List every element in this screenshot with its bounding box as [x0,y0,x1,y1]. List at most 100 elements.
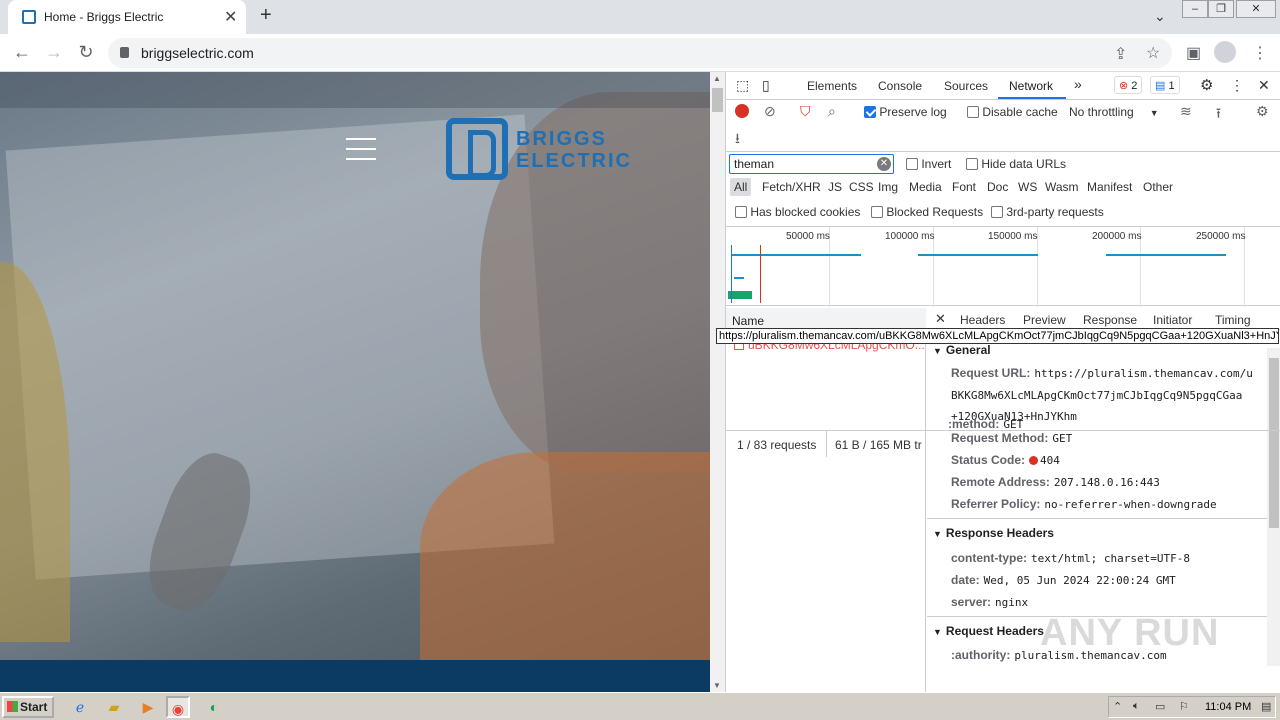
preserve-log-checkbox[interactable] [864,106,876,118]
filter-funnel-icon[interactable]: ⛉ [800,103,811,120]
error-badge[interactable]: ⊗ 2 [1114,76,1143,94]
tray-expand-icon[interactable]: ⌃ [1113,700,1122,713]
record-icon[interactable] [735,104,749,118]
details-scrollbar[interactable] [1267,348,1280,666]
disable-cache-checkbox[interactable] [967,106,979,118]
tab-sources[interactable]: Sources [944,79,988,93]
filter-input[interactable] [734,157,874,171]
type-filter-wasm[interactable]: Wasm [1045,180,1079,194]
third-party-checkbox[interactable] [991,206,1003,218]
settings-gear-icon[interactable]: ⚙ [1200,76,1213,94]
scrollbar-thumb[interactable] [712,88,723,112]
restore-button[interactable]: ❐ [1208,0,1234,18]
type-filter-manifest[interactable]: Manifest [1087,180,1132,194]
tab-elements[interactable]: Elements [807,79,857,93]
network-overview[interactable]: 50000 ms 100000 ms 150000 ms 200000 ms 2… [726,226,1280,307]
address-bar[interactable]: briggselectric.com ⇪ ☆ [108,38,1172,68]
devtools-menu-icon[interactable]: ⋮ [1230,77,1244,94]
invert-toggle[interactable]: Invert [906,157,951,171]
side-panel-icon[interactable]: ▣ [1186,43,1201,63]
type-filter-other[interactable]: Other [1143,180,1173,194]
minimize-button[interactable]: ‒ [1182,0,1208,18]
hide-data-urls-toggle[interactable]: Hide data URLs [966,157,1066,171]
throttling-select[interactable]: No throttling ▼ [1069,105,1159,119]
type-filter-fetch[interactable]: Fetch/XHR [762,180,821,194]
type-filter-font[interactable]: Font [952,180,976,194]
folder-icon[interactable]: ▰ [102,696,126,718]
type-filter-doc[interactable]: Doc [987,180,1008,194]
type-filter-all[interactable]: All [730,178,752,196]
type-filter-js[interactable]: JS [828,180,842,194]
scroll-down-icon[interactable]: ▼ [713,681,721,690]
reload-icon[interactable]: ↻ [74,42,98,63]
security-tray-icon[interactable]: ⚐ [1179,700,1189,713]
scroll-up-icon[interactable]: ▲ [713,74,721,83]
page-scrollbar[interactable]: ▲ ▼ [710,72,725,692]
third-party-toggle[interactable]: 3rd-party requests [991,205,1104,219]
type-filter-img[interactable]: Img [878,180,898,194]
tab-initiator[interactable]: Initiator [1153,313,1192,327]
blocked-requests-toggle[interactable]: Blocked Requests [871,205,983,219]
close-window-button[interactable]: ✕ [1236,0,1276,18]
disable-cache-toggle[interactable]: Disable cache [967,105,1058,119]
type-filter-media[interactable]: Media [909,180,942,194]
media-player-icon[interactable]: ▶ [136,696,160,718]
start-button[interactable]: Start [2,696,54,718]
edge-icon[interactable]: ◐ [202,696,226,718]
taskbar-clock[interactable]: 11:04 PM [1205,701,1251,713]
hide-data-urls-checkbox[interactable] [966,158,978,170]
tab-timing[interactable]: Timing [1215,313,1251,327]
blocked-cookies-toggle[interactable]: Has blocked cookies [735,205,860,219]
briggs-electric-logo[interactable]: BRIGGS ELECTRIC [446,118,666,184]
name-column-header[interactable]: Name [732,314,764,328]
request-headers-section-header[interactable]: ▼ Request Headers [933,624,1044,638]
tab-headers[interactable]: Headers [960,313,1005,327]
device-toggle-icon[interactable]: ▯ [762,77,770,94]
browser-tab[interactable]: Home - Briggs Electric ✕ [8,0,246,34]
type-filter-ws[interactable]: WS [1018,180,1037,194]
preserve-log-toggle[interactable]: Preserve log [864,105,947,119]
back-arrow-icon[interactable]: ← [10,42,34,63]
close-details-icon[interactable]: ✕ [935,311,946,327]
clear-filter-icon[interactable]: ✕ [877,157,891,171]
invert-checkbox[interactable] [906,158,918,170]
tab-response[interactable]: Response [1083,313,1137,327]
method-header-row: :method: GET [948,417,1023,431]
show-desktop-icon[interactable]: ▤ [1261,700,1271,713]
more-tabs-icon[interactable]: » [1074,76,1082,92]
server-label: server: [951,595,992,609]
clear-icon[interactable]: ⊘ [764,103,776,120]
bookmark-star-icon[interactable]: ☆ [1146,43,1160,63]
profile-avatar[interactable] [1214,41,1236,63]
share-icon[interactable]: ⇪ [1114,44,1127,64]
response-headers-section-header[interactable]: ▼ Response Headers [933,526,1054,540]
new-tab-button[interactable]: + [260,4,272,27]
network-tray-icon[interactable]: ▭ [1155,700,1165,713]
tab-close-icon[interactable]: ✕ [224,7,237,27]
tab-console[interactable]: Console [878,79,922,93]
close-devtools-icon[interactable]: ✕ [1258,77,1270,94]
filter-input-wrapper[interactable]: ✕ [729,154,894,174]
inspect-element-icon[interactable]: ⬚ [736,77,749,94]
tab-search-chevron-icon[interactable]: ⌄ [1154,8,1166,25]
tab-preview[interactable]: Preview [1023,313,1066,327]
blocked-cookies-checkbox[interactable] [735,206,747,218]
tab-network[interactable]: Network [1009,79,1053,93]
url-text[interactable]: briggselectric.com [141,45,254,61]
import-har-icon[interactable]: ⭱ [1216,103,1221,127]
chrome-icon[interactable]: ◉ [166,696,190,718]
ie-icon[interactable]: ℯ [68,696,92,718]
search-icon[interactable]: ⌕ [828,103,836,120]
lock-icon[interactable] [120,47,129,58]
network-conditions-icon[interactable]: ≋ [1180,103,1192,120]
menu-kebab-icon[interactable]: ⋮ [1252,43,1268,63]
message-badge[interactable]: ▤ 1 [1150,76,1180,94]
type-filter-css[interactable]: CSS [849,180,874,194]
blocked-requests-checkbox[interactable] [871,206,883,218]
network-settings-icon[interactable]: ⚙ [1256,103,1269,120]
export-har-icon[interactable]: ⭳ [735,128,740,152]
volume-icon[interactable]: 🔈︎ [1133,700,1140,713]
forward-arrow-icon[interactable]: → [42,42,66,63]
general-section-header[interactable]: ▼ General [933,343,991,357]
hamburger-menu-icon[interactable] [346,138,376,160]
